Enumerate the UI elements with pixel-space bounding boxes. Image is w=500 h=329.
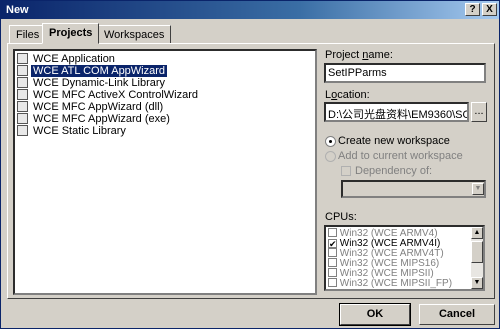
dependency-checkbox[interactable] [341, 166, 351, 176]
project-icon [17, 125, 28, 136]
cpu-checkbox[interactable] [328, 228, 337, 237]
project-name-field[interactable]: SetIPParms [324, 63, 486, 83]
title-bar[interactable]: New ? X [1, 1, 499, 19]
new-dialog: New ? X Files Projects Workspaces WCE Ap… [0, 0, 500, 329]
project-icon [17, 77, 28, 88]
add-workspace-label: Add to current workspace [338, 150, 463, 162]
project-name-label: Project name: [325, 49, 393, 61]
dependency-dropdown[interactable]: ▼ [341, 180, 486, 198]
location-field[interactable]: D:\公司光盘资料\EM9360\SOFT [324, 102, 469, 122]
tab-files[interactable]: Files [9, 25, 47, 44]
location-label: Location: [325, 89, 370, 101]
cpu-list[interactable]: Win32 (WCE ARMV4) ✔ Win32 (WCE ARMV4I) W… [324, 225, 485, 291]
cpu-checkbox[interactable] [328, 258, 337, 267]
cpu-checkbox[interactable] [328, 248, 337, 257]
scroll-up-icon[interactable]: ▲ [471, 227, 483, 239]
tab-workspaces[interactable]: Workspaces [97, 25, 172, 44]
cpu-checkbox[interactable] [328, 278, 337, 287]
cpu-item[interactable]: Win32 (WCE MIPSII_FP) [328, 278, 452, 289]
browse-button[interactable]: ... [471, 102, 487, 122]
dependency-label: Dependency of: [355, 165, 433, 177]
project-icon [17, 65, 28, 76]
project-icon [17, 113, 28, 124]
scroll-down-icon[interactable]: ▼ [471, 277, 483, 289]
add-workspace-radio[interactable] [325, 151, 336, 162]
cancel-button[interactable]: Cancel [419, 304, 495, 325]
chevron-down-icon[interactable]: ▼ [472, 183, 484, 195]
list-item[interactable]: WCE Static Library [17, 125, 128, 140]
project-icon [17, 101, 28, 112]
cpus-label: CPUs: [325, 211, 357, 223]
project-icon [17, 89, 28, 100]
ok-button[interactable]: OK [339, 303, 411, 326]
tab-projects[interactable]: Projects [42, 23, 100, 44]
window-title: New [6, 4, 29, 16]
project-icon [17, 53, 28, 64]
help-button[interactable]: ? [465, 3, 480, 16]
cpu-checkbox[interactable] [328, 268, 337, 277]
cpu-scrollbar[interactable]: ▲ ▼ [471, 227, 483, 289]
project-type-list[interactable]: WCE Application WCE ATL COM AppWizard WC… [13, 49, 317, 295]
create-workspace-radio[interactable] [325, 136, 336, 147]
close-button[interactable]: X [482, 3, 497, 16]
cpu-checkbox[interactable]: ✔ [328, 239, 337, 249]
scroll-thumb[interactable] [471, 241, 483, 263]
create-workspace-label: Create new workspace [338, 135, 450, 147]
